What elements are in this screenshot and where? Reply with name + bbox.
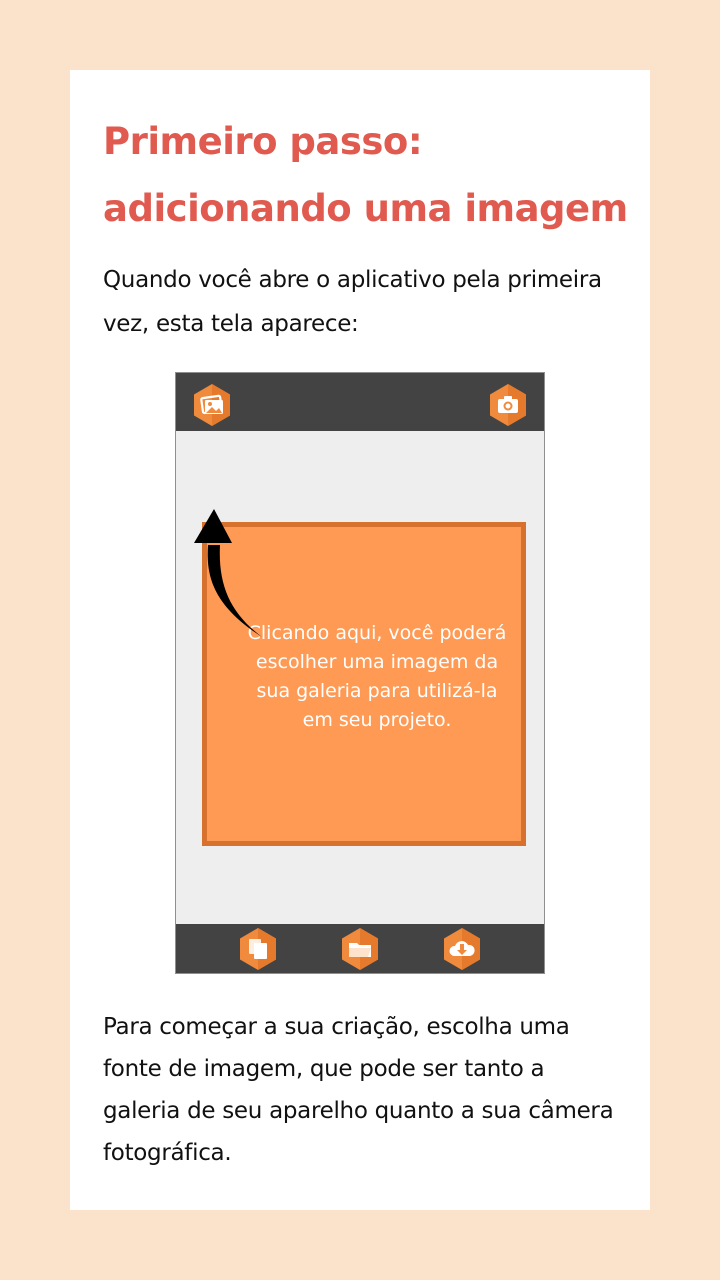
gallery-icon	[194, 384, 230, 426]
tutorial-card: Primeiro passo: adicionando uma imagem Q…	[70, 70, 650, 1210]
pages-button[interactable]	[238, 927, 278, 971]
intro-text: Quando você abre o aplicativo pela prime…	[103, 267, 602, 337]
cloud-download-icon	[444, 928, 480, 970]
app-bottom-bar	[176, 924, 544, 973]
gallery-button[interactable]	[192, 383, 232, 427]
folder-icon	[342, 928, 378, 970]
page-title: Primeiro passo: adicionando uma imagem	[103, 120, 628, 230]
download-button[interactable]	[442, 927, 482, 971]
camera-button[interactable]	[488, 383, 528, 427]
tooltip-text: Clicando aqui, você poderá escolher uma …	[247, 622, 507, 731]
outro-text: Para começar a sua criação, escolha uma …	[103, 1014, 614, 1166]
camera-icon	[490, 384, 526, 426]
app-screenshot-preview: Clicando aqui, você poderá escolher uma …	[175, 372, 545, 974]
copy-pages-icon	[240, 928, 276, 970]
app-top-bar	[176, 373, 544, 431]
pointer-arrow-icon	[194, 509, 262, 637]
open-folder-button[interactable]	[340, 927, 380, 971]
